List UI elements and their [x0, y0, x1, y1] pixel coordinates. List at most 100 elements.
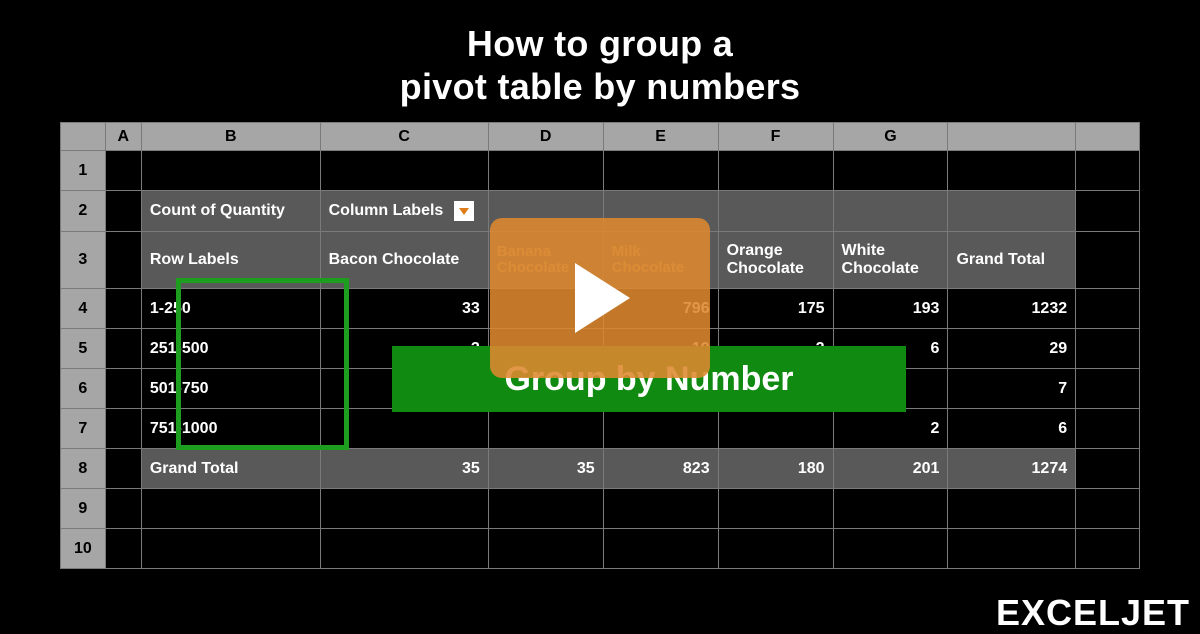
row-header-2[interactable]: 2 — [61, 191, 106, 232]
cell-F2[interactable] — [718, 191, 833, 232]
row-header-9[interactable]: 9 — [61, 489, 106, 529]
cell-F1[interactable] — [718, 151, 833, 191]
col-header-E[interactable]: E — [603, 123, 718, 151]
val-total-3[interactable]: 7 — [948, 369, 1076, 409]
val-orange-1[interactable]: 175 — [718, 289, 833, 329]
row-header-4[interactable]: 4 — [61, 289, 106, 329]
rowlabel-751-1000[interactable]: 751-1000 — [141, 409, 320, 449]
row-header-7[interactable]: 7 — [61, 409, 106, 449]
cell-I3[interactable] — [1076, 232, 1140, 289]
row-1: 1 — [61, 151, 1140, 191]
cell-I4[interactable] — [1076, 289, 1140, 329]
gt-white[interactable]: 201 — [833, 449, 948, 489]
rowlabel-501-750[interactable]: 501-750 — [141, 369, 320, 409]
col-header-blank2 — [1076, 123, 1140, 151]
cell-A3[interactable] — [105, 232, 141, 289]
cell-H2[interactable] — [948, 191, 1076, 232]
cell-D1[interactable] — [488, 151, 603, 191]
cell-I10[interactable] — [1076, 529, 1140, 569]
cell-I6[interactable] — [1076, 369, 1140, 409]
play-icon — [565, 258, 635, 338]
row-header-1[interactable]: 1 — [61, 151, 106, 191]
col-header-B[interactable]: B — [141, 123, 320, 151]
rowlabel-1-250[interactable]: 1-250 — [141, 289, 320, 329]
val-bacon-1[interactable]: 33 — [320, 289, 488, 329]
cell-I7[interactable] — [1076, 409, 1140, 449]
gt-total[interactable]: 1274 — [948, 449, 1076, 489]
col-header-blank1 — [948, 123, 1076, 151]
cell-column-labels[interactable]: Column Labels — [320, 191, 488, 232]
colhdr-white[interactable]: White Chocolate — [833, 232, 948, 289]
gt-orange[interactable]: 180 — [718, 449, 833, 489]
col-header-G[interactable]: G — [833, 123, 948, 151]
colhdr-grand-total[interactable]: Grand Total — [948, 232, 1076, 289]
cell-B1[interactable] — [141, 151, 320, 191]
cell-A10[interactable] — [105, 529, 141, 569]
val-white-1[interactable]: 193 — [833, 289, 948, 329]
row-header-5[interactable]: 5 — [61, 329, 106, 369]
val-total-1[interactable]: 1232 — [948, 289, 1076, 329]
row-9: 9 — [61, 489, 1140, 529]
cell-D10[interactable] — [488, 529, 603, 569]
cell-E1[interactable] — [603, 151, 718, 191]
cell-G10[interactable] — [833, 529, 948, 569]
col-header-D[interactable]: D — [488, 123, 603, 151]
row-header-6[interactable]: 6 — [61, 369, 106, 409]
cell-A8[interactable] — [105, 449, 141, 489]
col-header-F[interactable]: F — [718, 123, 833, 151]
dropdown-icon[interactable] — [454, 201, 474, 221]
cell-G2[interactable] — [833, 191, 948, 232]
column-header-row: A B C D E F G — [61, 123, 1140, 151]
grand-total-label[interactable]: Grand Total — [141, 449, 320, 489]
rowlabel-251-500[interactable]: 251-500 — [141, 329, 320, 369]
cell-row-labels[interactable]: Row Labels — [141, 232, 320, 289]
cell-C1[interactable] — [320, 151, 488, 191]
cell-I1[interactable] — [1076, 151, 1140, 191]
cell-I8[interactable] — [1076, 449, 1140, 489]
val-bacon-4[interactable] — [320, 409, 488, 449]
row-header-10[interactable]: 10 — [61, 529, 106, 569]
gt-milk[interactable]: 823 — [603, 449, 718, 489]
cell-count-of-quantity[interactable]: Count of Quantity — [141, 191, 320, 232]
val-total-4[interactable]: 6 — [948, 409, 1076, 449]
cell-A5[interactable] — [105, 329, 141, 369]
cell-H9[interactable] — [948, 489, 1076, 529]
cell-A7[interactable] — [105, 409, 141, 449]
col-header-A[interactable]: A — [105, 123, 141, 151]
cell-E10[interactable] — [603, 529, 718, 569]
val-milk-4[interactable] — [603, 409, 718, 449]
cell-C10[interactable] — [320, 529, 488, 569]
cell-C9[interactable] — [320, 489, 488, 529]
cell-G9[interactable] — [833, 489, 948, 529]
cell-A9[interactable] — [105, 489, 141, 529]
val-total-2[interactable]: 29 — [948, 329, 1076, 369]
row-header-8[interactable]: 8 — [61, 449, 106, 489]
val-white-4[interactable]: 2 — [833, 409, 948, 449]
cell-B9[interactable] — [141, 489, 320, 529]
gt-bacon[interactable]: 35 — [320, 449, 488, 489]
cell-G1[interactable] — [833, 151, 948, 191]
cell-E9[interactable] — [603, 489, 718, 529]
cell-A2[interactable] — [105, 191, 141, 232]
cell-A4[interactable] — [105, 289, 141, 329]
row-10: 10 — [61, 529, 1140, 569]
cell-B10[interactable] — [141, 529, 320, 569]
colhdr-bacon[interactable]: Bacon Chocolate — [320, 232, 488, 289]
play-button[interactable] — [490, 218, 710, 378]
colhdr-orange[interactable]: Orange Chocolate — [718, 232, 833, 289]
val-banana-4[interactable] — [488, 409, 603, 449]
cell-I5[interactable] — [1076, 329, 1140, 369]
cell-A6[interactable] — [105, 369, 141, 409]
cell-D9[interactable] — [488, 489, 603, 529]
val-orange-4[interactable] — [718, 409, 833, 449]
cell-F10[interactable] — [718, 529, 833, 569]
gt-banana[interactable]: 35 — [488, 449, 603, 489]
cell-I9[interactable] — [1076, 489, 1140, 529]
cell-A1[interactable] — [105, 151, 141, 191]
col-header-C[interactable]: C — [320, 123, 488, 151]
cell-H10[interactable] — [948, 529, 1076, 569]
row-header-3[interactable]: 3 — [61, 232, 106, 289]
cell-I2[interactable] — [1076, 191, 1140, 232]
cell-F9[interactable] — [718, 489, 833, 529]
cell-H1[interactable] — [948, 151, 1076, 191]
